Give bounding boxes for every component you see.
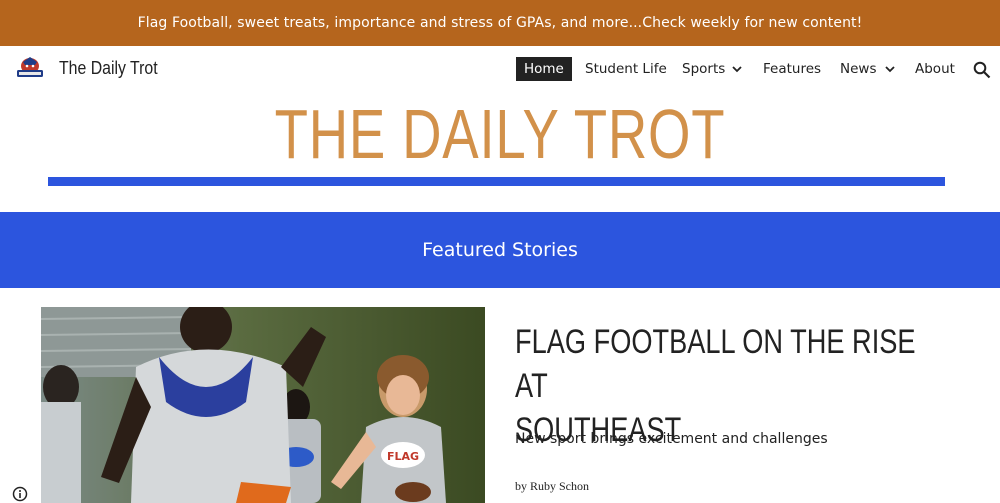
announcement-text: Flag Football, sweet treats, importance … xyxy=(137,15,863,31)
nav-student-life[interactable]: Student Life xyxy=(585,57,667,81)
story-headline-line1[interactable]: FLAG FOOTBALL ON THE RISE AT xyxy=(515,320,931,408)
story-byline: by Ruby Schon xyxy=(515,479,590,493)
site-name-link[interactable]: The Daily Trot xyxy=(59,58,158,79)
jersey-text: FLAG xyxy=(387,450,419,463)
nav-sports[interactable]: Sports xyxy=(682,57,725,81)
story-photo[interactable]: FLAG xyxy=(41,307,485,503)
chevron-down-icon[interactable] xyxy=(731,63,743,75)
featured-stories-band: Featured Stories xyxy=(0,212,1000,288)
announcement-banner: Flag Football, sweet treats, importance … xyxy=(0,0,1000,46)
nav-news[interactable]: News xyxy=(840,57,876,81)
chevron-down-icon[interactable] xyxy=(884,63,896,75)
nav-home[interactable]: Home xyxy=(516,57,572,81)
school-mascot-logo-icon[interactable] xyxy=(15,56,45,80)
story-subtitle: New sport brings excitement and challeng… xyxy=(515,431,828,447)
nav-about[interactable]: About xyxy=(915,57,955,81)
top-navigation: The Daily Trot Home Student Life Sports … xyxy=(0,46,1000,92)
hero-title: THE DAILY TROT xyxy=(274,95,726,173)
hero-divider xyxy=(48,177,945,186)
flag-football-photo-illustration: FLAG xyxy=(41,307,485,503)
search-icon[interactable] xyxy=(973,61,991,79)
nav-features[interactable]: Features xyxy=(763,57,821,81)
info-icon[interactable] xyxy=(12,486,28,502)
featured-stories-heading: Featured Stories xyxy=(422,239,578,261)
